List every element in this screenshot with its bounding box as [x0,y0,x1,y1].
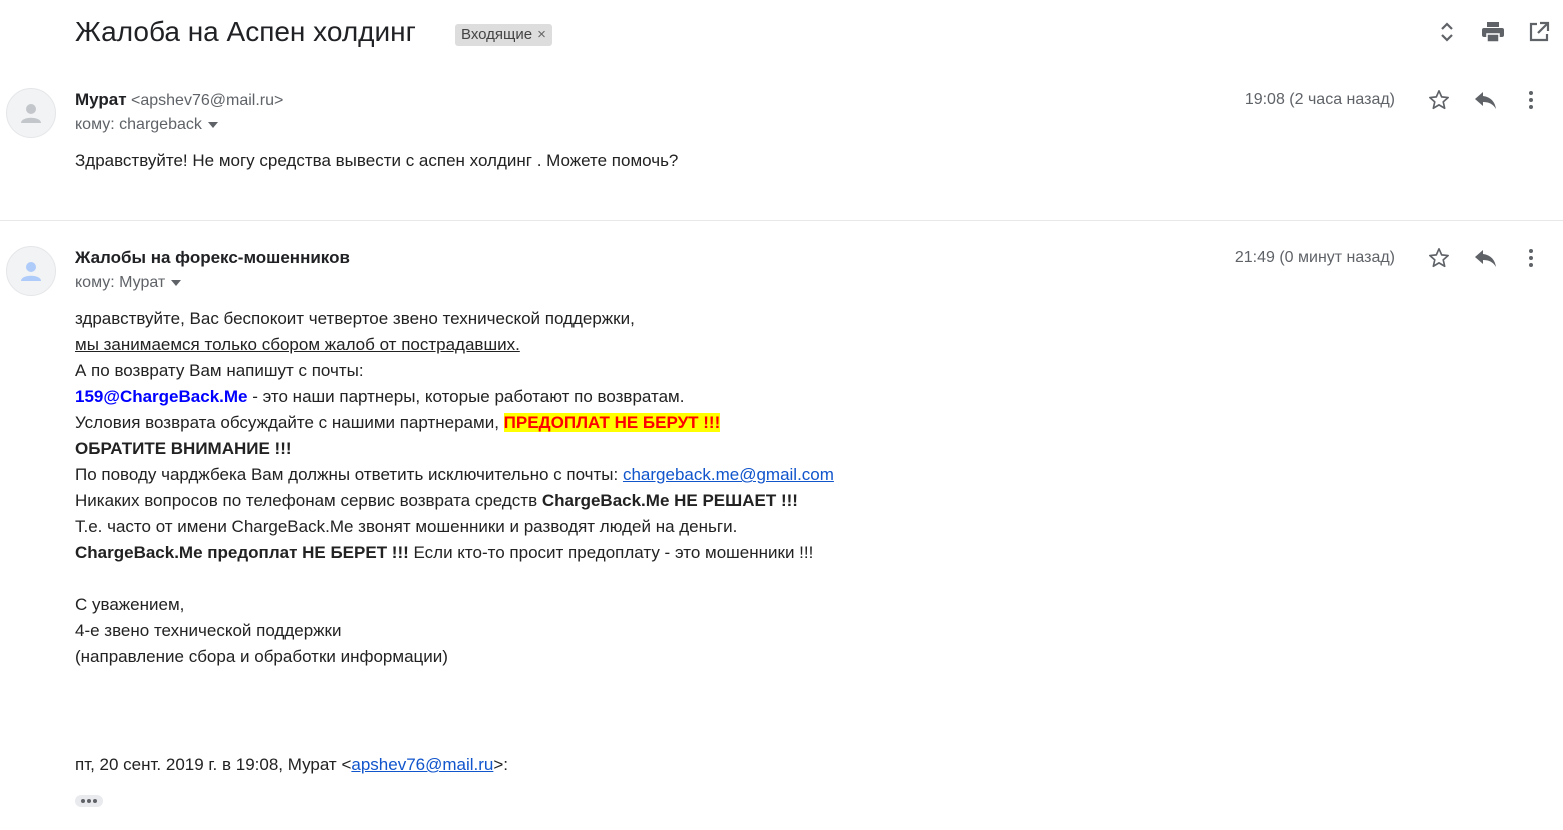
message-actions [1427,246,1543,270]
body-line: ОБРАТИТЕ ВНИМАНИЕ !!! [75,439,292,458]
body-text: Условия возврата обсуждайте с нашими пар… [75,413,504,432]
recipients-line[interactable]: кому: Мурат [75,274,182,292]
print-icon[interactable] [1481,20,1505,44]
message-body: здравствуйте, Вас беспокоит четвертое зв… [75,306,834,670]
body-text: Никаких вопросов по телефонам сервис воз… [75,491,542,510]
signature-line: 4-е звено технической поддержки [75,621,342,640]
body-line: По поводу чарджбека Вам должны ответить … [75,462,834,488]
sender-email: <apshev76@mail.ru> [131,92,284,109]
body-line: Т.е. часто от имени ChargeBack.Me звонят… [75,517,738,536]
reply-icon[interactable] [1473,246,1497,270]
sender-name[interactable]: Мурат [75,90,127,109]
person-icon [21,262,41,281]
inbox-label-chip[interactable]: Входящие × [455,24,552,46]
body-line: Условия возврата обсуждайте с нашими пар… [75,410,834,436]
bold-text: ChargeBack.Me НЕ РЕШАЕТ !!! [541,491,798,510]
signature-line: С уважением, [75,595,185,614]
sender-avatar[interactable] [6,88,56,138]
expand-collapse-icon[interactable] [1435,20,1459,44]
label-text: Входящие [461,26,533,43]
quote-suffix: >: [493,755,509,774]
signature-line: (направление сбора и обработки информаци… [75,647,448,666]
email-link[interactable]: apshev76@mail.ru [351,755,493,774]
body-line: 159@ChargeBack.Me - это наши партнеры, к… [75,384,834,410]
person-icon [21,104,41,123]
body-line: А по возврату Вам напишут с почты: [75,361,364,380]
sender-name[interactable]: Жалобы на форекс-мошенников [75,248,350,267]
quoted-header: пт, 20 сент. 2019 г. в 19:08, Мурат <aps… [75,752,508,778]
recipient-text: кому: chargeback [75,116,202,133]
recipients-line[interactable]: кому: chargeback [75,116,218,134]
thread-subject: Жалоба на Аспен холдинг [75,16,416,47]
message-body: Здравствуйте! Не могу средства вывести с… [75,151,679,170]
body-text: - это наши партнеры, которые работают по… [247,387,685,406]
message-header: Мурат <apshev76@mail.ru> [75,90,283,110]
reply-icon[interactable] [1473,88,1497,112]
message-time: 21:49 (0 минут назад) [1234,249,1395,266]
show-trimmed-content-button[interactable] [75,795,103,807]
warning-highlight: ПРЕДОПЛАТ НЕ БЕРУТ !!! [503,413,721,432]
bold-text: ChargeBack.Me предоплат НЕ БЕРЕТ !!! [75,543,409,562]
body-line: здравствуйте, Вас беспокоит четвертое зв… [75,309,635,328]
thread-toolbar [1435,20,1551,44]
message-actions [1427,88,1543,112]
message-divider [0,220,1563,221]
body-text: По поводу чарджбека Вам должны ответить … [75,465,623,484]
sender-avatar[interactable] [6,246,56,296]
star-icon[interactable] [1427,246,1451,270]
message-header: Жалобы на форекс-мошенников [75,248,350,268]
body-line: мы занимаемся только сбором жалоб от пос… [75,335,520,354]
email-link[interactable]: chargeback.me@gmail.com [623,465,834,484]
body-text: Если кто-то просит предоплату - это моше… [408,543,814,562]
remove-label-icon[interactable]: × [537,26,546,43]
star-icon[interactable] [1427,88,1451,112]
body-line: ChargeBack.Me предоплат НЕ БЕРЕТ !!! Есл… [75,540,834,566]
more-vert-icon[interactable] [1519,246,1543,270]
open-new-window-icon[interactable] [1527,20,1551,44]
partner-email: 159@ChargeBack.Me [75,387,248,406]
message-time: 19:08 (2 часа назад) [1244,91,1395,108]
quote-prefix: пт, 20 сент. 2019 г. в 19:08, Мурат < [75,755,352,774]
body-line: Никаких вопросов по телефонам сервис воз… [75,488,834,514]
details-dropdown-icon[interactable] [207,122,218,128]
more-vert-icon[interactable] [1519,88,1543,112]
details-dropdown-icon[interactable] [171,280,182,286]
recipient-text: кому: Мурат [75,274,166,291]
